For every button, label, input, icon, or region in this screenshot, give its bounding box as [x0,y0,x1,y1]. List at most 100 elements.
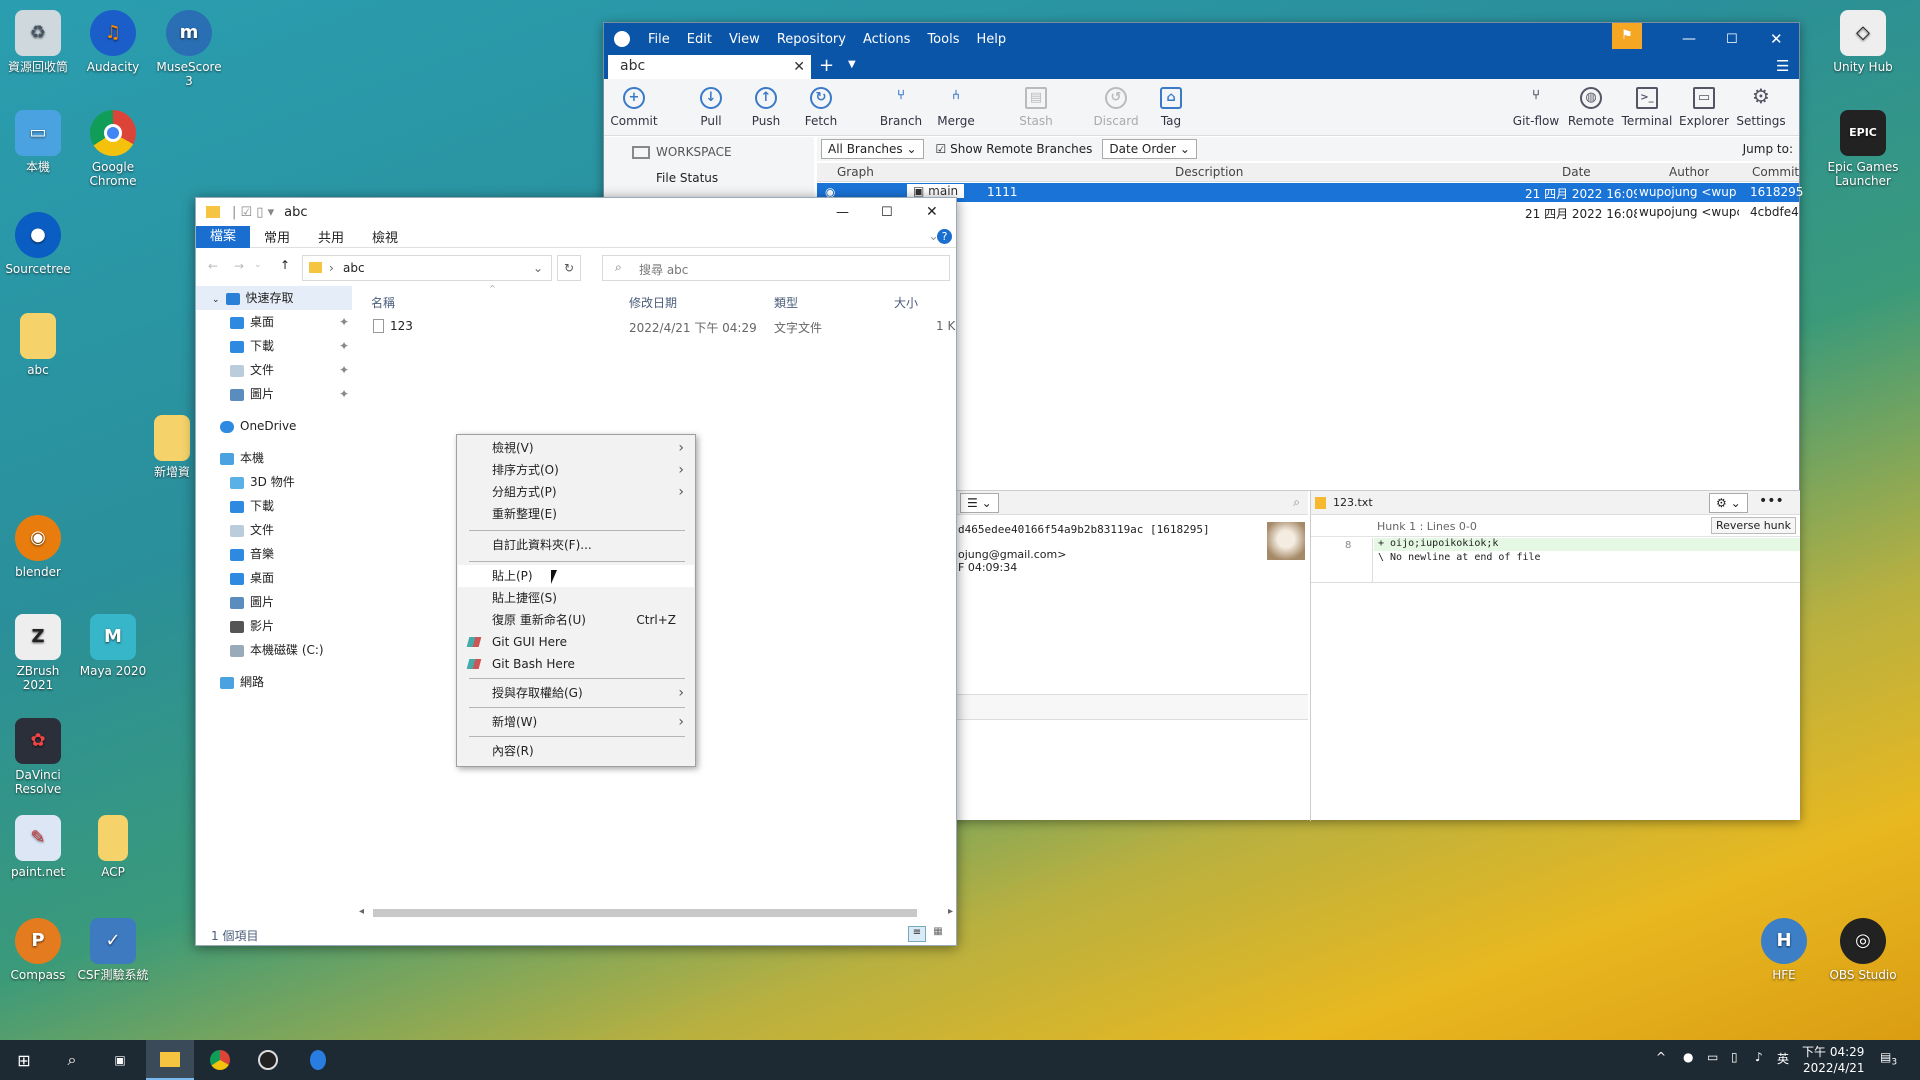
tab-file[interactable]: 檔案 [196,225,251,248]
nav-desktop[interactable]: 桌面 ✦ [196,310,356,334]
nav-quick-access[interactable]: ⌄ 快速存取 [196,286,352,310]
close-button[interactable]: ✕ [1770,30,1783,48]
nav-documents-pc[interactable]: 文件 [196,518,356,542]
nav-videos[interactable]: 影片 [196,614,356,638]
maximize-button[interactable]: ☐ [881,205,893,220]
nav-documents[interactable]: 文件 ✦ [196,358,356,382]
desktop-icon-epic[interactable]: EPIC Epic Games Launcher [1823,110,1903,188]
reverse-hunk-button[interactable]: Reverse hunk [1711,517,1796,534]
help-icon[interactable]: ? [937,229,952,244]
volume-icon[interactable]: ♪ [1755,1050,1763,1064]
tag-button[interactable]: ⌂ Tag [1141,87,1201,128]
taskbar-obs[interactable] [244,1040,292,1080]
taskbar-sourcetree[interactable] [294,1040,342,1080]
desktop-icon-chrome[interactable]: Google Chrome [76,110,150,188]
tab-share[interactable]: 共用 [304,227,358,246]
recent-dropdown-icon[interactable]: ⌄ [254,260,262,270]
microphone-icon[interactable]: ● [1683,1050,1693,1064]
desktop-icon-acp[interactable]: ACP [76,815,150,879]
menu-item-git-bash[interactable]: Git Bash Here [458,653,694,675]
menu-actions[interactable]: Actions [863,32,911,47]
notification-icon[interactable]: ▤3 [1880,1050,1897,1067]
desktop-icon-abc[interactable]: abc [1,313,75,377]
commit-row[interactable]: ◉ ▣ main 1111 21 四月 2022 16:09 wupojung … [817,183,1803,202]
back-icon[interactable]: ← [208,259,218,273]
address-dropdown-icon[interactable]: ⌄ [533,261,543,275]
file-status-item[interactable]: File Status [656,171,718,185]
nav-downloads-pc[interactable]: 下載 [196,494,356,518]
desktop-icon-obs[interactable]: ◎ OBS Studio [1823,918,1903,982]
desktop-icon-paintnet[interactable]: ✎ paint.net [1,815,75,879]
menu-edit[interactable]: Edit [687,32,712,47]
menu-item-properties[interactable]: 內容(R) [458,740,694,762]
pull-button[interactable]: ↓ Pull [681,87,741,128]
explorer-button[interactable]: ▭ Explorer [1674,87,1734,128]
tray-chevron-icon[interactable]: ^ [1656,1050,1666,1064]
desktop-icon-davinci[interactable]: ✿ DaVinci Resolve [1,718,75,796]
forward-icon[interactable]: → [234,259,244,273]
remote-button[interactable]: ◍ Remote [1561,87,1621,128]
scroll-right-icon[interactable]: ▸ [948,906,953,917]
nav-desktop-pc[interactable]: 桌面 [196,566,356,590]
commit-row[interactable]: 21 四月 2022 16:08 wupojung <wupc 4cbdfe4 [817,203,1799,222]
menu-tools[interactable]: Tools [927,32,959,47]
col-name[interactable]: 名稱 [371,294,395,311]
file-row[interactable]: 123 2022/4/21 下午 04:29 文字文件 1 K [371,316,958,336]
horizontal-scrollbar[interactable]: ◂ ▸ [359,906,953,920]
more-options-icon[interactable]: ••• [1759,493,1784,509]
menu-view[interactable]: View [729,32,760,47]
discard-button[interactable]: ↺ Discard [1086,87,1146,128]
desktop-icon-sourcetree[interactable]: ● Sourcetree [1,212,75,276]
col-description[interactable]: Description [1175,165,1243,179]
menu-item-new[interactable]: 新增(W) › [458,711,694,733]
menu-item-group[interactable]: 分組方式(P) › [458,481,694,503]
desktop-icon-csf[interactable]: ✓ CSF測驗系統 [76,918,150,982]
network-icon[interactable]: ▯ [1731,1050,1738,1064]
push-button[interactable]: ↑ Push [736,87,796,128]
col-graph[interactable]: Graph [837,165,874,179]
merge-button[interactable]: ⑃ Merge [926,87,986,128]
col-size[interactable]: 大小 [894,294,918,311]
flag-icon[interactable]: ⚑ [1612,23,1642,49]
menu-item-sort[interactable]: 排序方式(O) › [458,459,694,481]
tab-abc[interactable]: abc ✕ [608,55,811,79]
search-button[interactable]: ⌕ [48,1040,96,1080]
nav-network[interactable]: 網路 [196,670,356,694]
task-view-button[interactable]: ▣ [96,1040,144,1080]
taskbar-explorer[interactable] [146,1040,194,1080]
close-tab-icon[interactable]: ✕ [793,59,805,75]
close-button[interactable]: ✕ [926,204,938,220]
add-tab-icon[interactable]: + [819,55,834,76]
menu-item-refresh[interactable]: 重新整理(E) [458,503,694,525]
terminal-button[interactable]: >_ Terminal [1617,87,1677,128]
scroll-thumb[interactable] [373,909,917,917]
desktop-icon-musescore[interactable]: m MuseScore 3 [152,10,226,88]
nav-downloads[interactable]: 下載 ✦ [196,334,356,358]
settings-button[interactable]: ⚙ Settings [1731,86,1791,128]
tab-home[interactable]: 常用 [250,227,304,246]
nav-onedrive[interactable]: OneDrive [196,414,356,438]
nav-3d-objects[interactable]: 3D 物件 [196,470,356,494]
col-date[interactable]: Date [1562,165,1591,179]
search-input[interactable]: ⌕ 搜尋 abc [602,255,950,281]
scroll-left-icon[interactable]: ◂ [359,906,364,917]
tab-view[interactable]: 檢視 [358,227,412,246]
commit-button[interactable]: + Commit [604,87,664,128]
minimize-button[interactable]: — [1682,31,1696,47]
branch-button[interactable]: ⑂ Branch [871,87,931,128]
search-icon[interactable]: ⌕ [1293,495,1300,510]
desktop-icon-unity[interactable]: ◇ Unity Hub [1823,10,1903,74]
maximize-button[interactable]: ☐ [1726,32,1738,47]
col-commit[interactable]: Commit [1752,165,1799,179]
col-modified[interactable]: 修改日期 [629,294,677,311]
col-author[interactable]: Author [1669,165,1709,179]
tab-dropdown-icon[interactable]: ▼ [848,59,856,70]
menu-item-paste[interactable]: 貼上(P) [458,565,694,587]
refresh-icon[interactable]: ↻ [557,255,581,281]
tiles-view-icon[interactable]: ▦ [929,926,947,942]
details-view-icon[interactable]: ≡ [908,926,926,942]
menu-item-git-gui[interactable]: Git GUI Here [458,631,694,653]
gitflow-button[interactable]: ⑂ Git-flow [1506,87,1566,128]
quick-access-toolbar[interactable]: | ☑ ▯ ▾ [232,205,274,220]
input-language[interactable]: 英 [1777,1050,1789,1067]
